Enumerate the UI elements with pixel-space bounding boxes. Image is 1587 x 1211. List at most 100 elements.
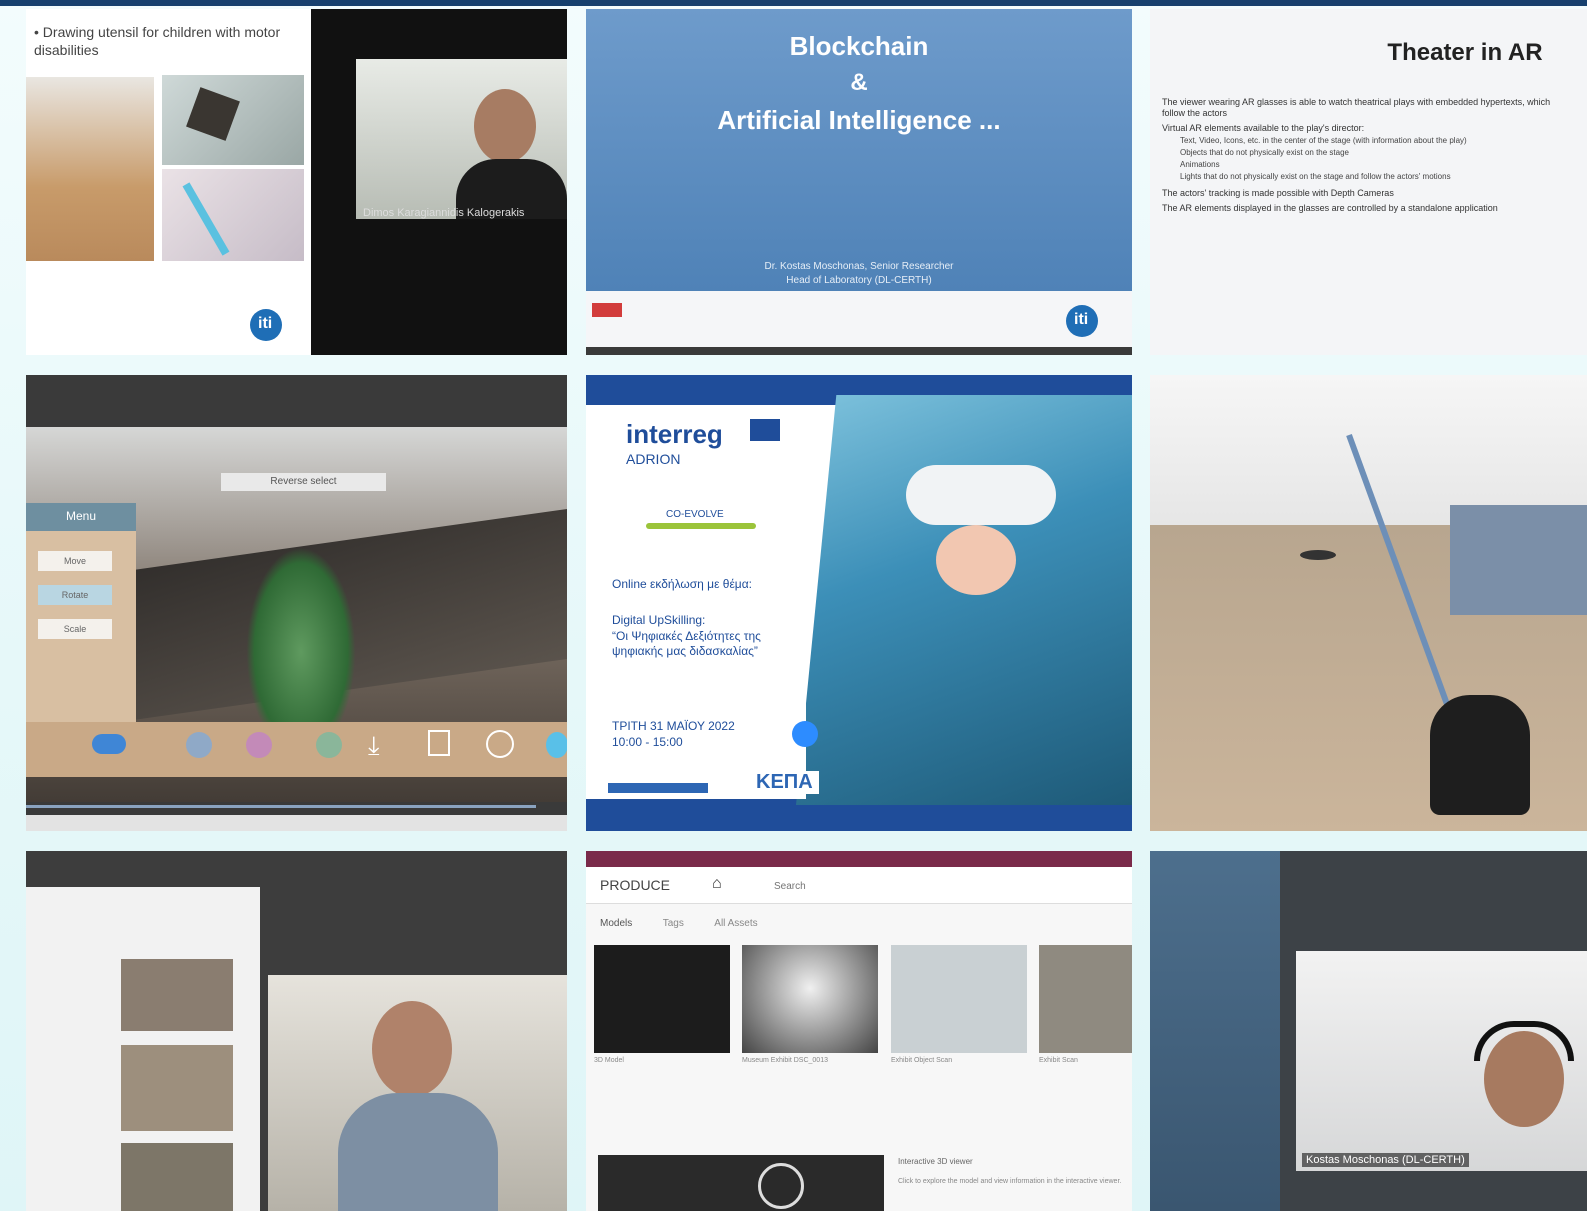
- menu-button-move[interactable]: Move: [38, 551, 112, 571]
- slide-text: • Drawing utensil for children with moto…: [34, 24, 281, 58]
- vr-controller-hand: [1430, 695, 1530, 815]
- download-icon[interactable]: ⤓: [368, 730, 380, 762]
- photo-3: [121, 1143, 233, 1211]
- asset-caption-4: Exhibit Scan: [1039, 1057, 1078, 1064]
- ar-top-label[interactable]: Reverse select: [221, 473, 386, 491]
- participant-video[interactable]: [268, 975, 567, 1211]
- vr-headset: [906, 465, 1056, 525]
- menu-button-scale[interactable]: Scale: [38, 619, 112, 639]
- presenter-line2: Head of Laboratory (DL-CERTH): [786, 275, 932, 286]
- bullet-2d: Lights that do not physically exist on t…: [1180, 172, 1451, 181]
- slide-title-line1: Blockchain: [789, 31, 929, 61]
- bullet-2a: Text, Video, Icons, etc. in the center o…: [1180, 136, 1467, 145]
- date-line2: 10:00 - 15:00: [612, 735, 683, 749]
- presenter-line1: Dr. Kostas Moschonas, Senior Researcher: [764, 261, 954, 272]
- video-tile-vr-room[interactable]: [1150, 375, 1587, 831]
- progress-bar: [26, 805, 536, 808]
- window-top-bar: [0, 0, 1587, 6]
- kepa-logo: ΚΕΠΑ: [750, 771, 819, 794]
- certh-logo: [592, 303, 622, 317]
- participant-name-label: Kostas Moschonas (DL-CERTH): [1302, 1153, 1469, 1167]
- globe-icon[interactable]: [186, 732, 212, 758]
- interreg-logo: interreg: [626, 419, 723, 449]
- shared-document: [26, 887, 260, 1211]
- photo-drawing-hand: [26, 77, 154, 261]
- date-line1: ΤΡΙΤΗ 31 ΜΑΪΟΥ 2022: [612, 719, 735, 733]
- info-title: Interactive 3D viewer: [898, 1157, 973, 1166]
- ar-side-menu[interactable]: Menu Move Rotate Scale: [26, 503, 136, 723]
- app-logo[interactable]: PRODUCE: [600, 877, 670, 893]
- palette-icon[interactable]: [246, 732, 272, 758]
- bullet-2: Virtual AR elements available to the pla…: [1162, 123, 1365, 133]
- video-tile-drawing-utensil[interactable]: • Drawing utensil for children with moto…: [26, 9, 567, 355]
- browser-tab-bar: [586, 851, 1132, 867]
- asset-card-1[interactable]: [594, 945, 730, 1053]
- slide-title-line2: &: [850, 69, 868, 96]
- tab-all-assets[interactable]: All Assets: [714, 918, 757, 929]
- iti-logo: iti: [250, 309, 282, 341]
- video-tile-produce-app[interactable]: PRODUCE ⌂ Models Tags All Assets 3D Mode…: [586, 851, 1132, 1211]
- shared-slide: • Drawing utensil for children with moto…: [26, 9, 311, 355]
- delete-icon[interactable]: [428, 730, 450, 756]
- tab-models[interactable]: Models: [600, 918, 632, 929]
- video-tile-participant-photos[interactable]: [26, 851, 567, 1211]
- viewer-preview[interactable]: [598, 1155, 884, 1211]
- zoom-icon: [792, 721, 818, 747]
- video-tile-blockchain-slide[interactable]: Blockchain & Artificial Intelligence ...…: [586, 9, 1132, 355]
- photo-screen-app: [162, 75, 304, 165]
- toggle-icon[interactable]: [92, 734, 126, 754]
- participant-face: [474, 89, 536, 163]
- participant-name-label: Dimos Karagiannidis Kalogerakis: [363, 207, 525, 219]
- asset-caption-2: Museum Exhibit DSC_0013: [742, 1057, 828, 1064]
- webcam-frame: [356, 59, 567, 219]
- tab-tags[interactable]: Tags: [663, 918, 684, 929]
- photo-1: [121, 959, 233, 1031]
- home-icon[interactable]: ⌂: [712, 875, 722, 893]
- reset-icon[interactable]: [486, 730, 514, 758]
- slide-title-line3: Artificial Intelligence ...: [717, 105, 1001, 135]
- bullet-4: The AR elements displayed in the glasses…: [1162, 203, 1498, 213]
- app-header: PRODUCE ⌂: [586, 867, 1132, 904]
- menu-button-rotate[interactable]: Rotate: [38, 585, 112, 605]
- video-tile-participant-2[interactable]: Kostas Moschonas (DL-CERTH): [1150, 851, 1587, 1211]
- tabs: Models Tags All Assets: [600, 913, 1120, 933]
- bullet-1: The viewer wearing AR glasses is able to…: [1162, 97, 1551, 118]
- event-line1: Online εκδήλωση με θέμα:: [612, 577, 752, 591]
- iti-logo: iti: [1066, 305, 1098, 337]
- bullet-2c: Animations: [1180, 160, 1220, 169]
- participant-video[interactable]: [1296, 951, 1587, 1171]
- event-line2: Digital UpSkilling:: [612, 613, 706, 627]
- photo-2: [121, 1045, 233, 1131]
- video-tile-theater-ar-slide[interactable]: Theater in AR The viewer wearing AR glas…: [1150, 9, 1587, 355]
- shapes-icon[interactable]: [316, 732, 342, 758]
- sponsor-logo: [608, 783, 708, 793]
- asset-card-4[interactable]: [1039, 945, 1132, 1053]
- menu-title: Menu: [65, 509, 97, 523]
- asset-card-2[interactable]: [742, 945, 878, 1053]
- asset-card-3[interactable]: [891, 945, 1027, 1053]
- info-icon[interactable]: [546, 732, 567, 758]
- vr-bench: [1450, 505, 1587, 615]
- project-name: CO-EVOLVE: [666, 509, 724, 520]
- ar-toolbar[interactable]: ⤓: [26, 722, 567, 777]
- participant-face: [372, 1001, 452, 1097]
- photo-drawing-tablet: [162, 169, 304, 261]
- event-line3: “Οι Ψηφιακές Δεξιότητες της ψηφιακής μας…: [612, 629, 761, 658]
- info-text: Click to explore the model and view info…: [898, 1178, 1122, 1185]
- slide-footer: iti: [586, 291, 1132, 347]
- vr-headset-photo: [796, 395, 1132, 805]
- participant-video[interactable]: Dimos Karagiannidis Kalogerakis: [311, 9, 567, 355]
- poster-text-panel: interreg ADRION CO-EVOLVE Online εκδήλωσ…: [586, 405, 818, 799]
- video-tile-interreg-poster[interactable]: interreg ADRION CO-EVOLVE Online εκδήλωσ…: [586, 375, 1132, 831]
- interreg-sub: ADRION: [626, 451, 681, 467]
- eu-flag-icon: [750, 419, 780, 441]
- slide-bullets: The viewer wearing AR glasses is able to…: [1162, 97, 1572, 214]
- search-input[interactable]: [772, 877, 976, 895]
- ar-camera-view: Reverse select Menu Move Rotate Scale ⤓: [26, 427, 567, 802]
- bullet-2b: Objects that do not physically exist on …: [1180, 148, 1349, 157]
- headset-icon: [1474, 1021, 1574, 1061]
- slide-title: Theater in AR: [1387, 39, 1543, 66]
- video-tile-ar-app[interactable]: Reverse select Menu Move Rotate Scale ⤓: [26, 375, 567, 831]
- asset-caption-1: 3D Model: [594, 1057, 624, 1064]
- asset-caption-3: Exhibit Object Scan: [891, 1057, 953, 1064]
